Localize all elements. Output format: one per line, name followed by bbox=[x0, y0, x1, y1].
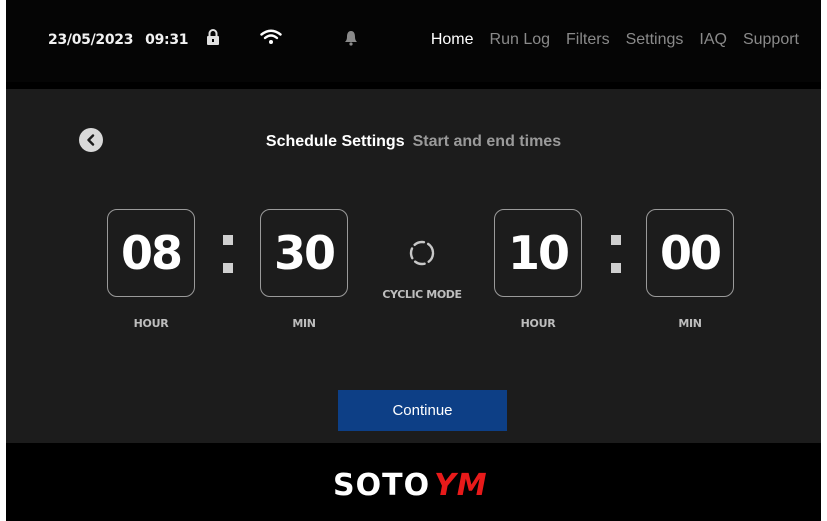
nav-item-home[interactable]: Home bbox=[431, 31, 474, 49]
cyclic-mode-icon[interactable] bbox=[408, 237, 436, 269]
end-minute-box[interactable]: 00 bbox=[646, 209, 734, 297]
datetime: 23/05/2023 09:31 bbox=[48, 32, 200, 48]
nav-item-iaq[interactable]: IAQ bbox=[699, 31, 727, 49]
page-title: Schedule Settings Start and end times bbox=[6, 133, 821, 151]
start-minute-label: MIN bbox=[292, 317, 316, 330]
lock-icon bbox=[207, 29, 219, 45]
start-colon bbox=[223, 235, 233, 273]
device-screen: 23/05/2023 09:31 Home Run Log Filters Set… bbox=[6, 0, 821, 521]
nav-item-support[interactable]: Support bbox=[743, 31, 799, 49]
title-subtitle: Start and end times bbox=[412, 133, 562, 150]
logo-ym-text: YM bbox=[434, 468, 488, 503]
top-bar: 23/05/2023 09:31 Home Run Log Filters Set… bbox=[6, 0, 821, 82]
nav-item-settings[interactable]: Settings bbox=[626, 31, 684, 49]
title-main: Schedule Settings bbox=[265, 133, 405, 150]
end-hour-box[interactable]: 10 bbox=[494, 209, 582, 297]
nav-item-run-log[interactable]: Run Log bbox=[490, 31, 551, 49]
time-display: 09:31 bbox=[145, 32, 189, 48]
schedule-panel: Schedule Settings Start and end times 08 … bbox=[6, 89, 821, 443]
end-colon bbox=[611, 235, 621, 273]
brand-logo: SOTO YM bbox=[333, 468, 488, 503]
continue-button[interactable]: Continue bbox=[338, 390, 507, 431]
logo-soto-text: SOTO bbox=[333, 468, 431, 503]
cyclic-mode-label: CYCLIC MODE bbox=[382, 288, 462, 301]
date-display: 23/05/2023 bbox=[48, 32, 134, 48]
start-hour-label: HOUR bbox=[133, 317, 169, 330]
wifi-icon bbox=[260, 29, 282, 44]
end-hour-label: HOUR bbox=[520, 317, 556, 330]
start-hour-box[interactable]: 08 bbox=[107, 209, 195, 297]
main-nav: Home Run Log Filters Settings IAQ Suppor… bbox=[431, 31, 799, 49]
start-minute-box[interactable]: 30 bbox=[260, 209, 348, 297]
nav-item-filters[interactable]: Filters bbox=[566, 31, 610, 49]
end-minute-label: MIN bbox=[678, 317, 702, 330]
bell-icon[interactable] bbox=[344, 30, 358, 46]
